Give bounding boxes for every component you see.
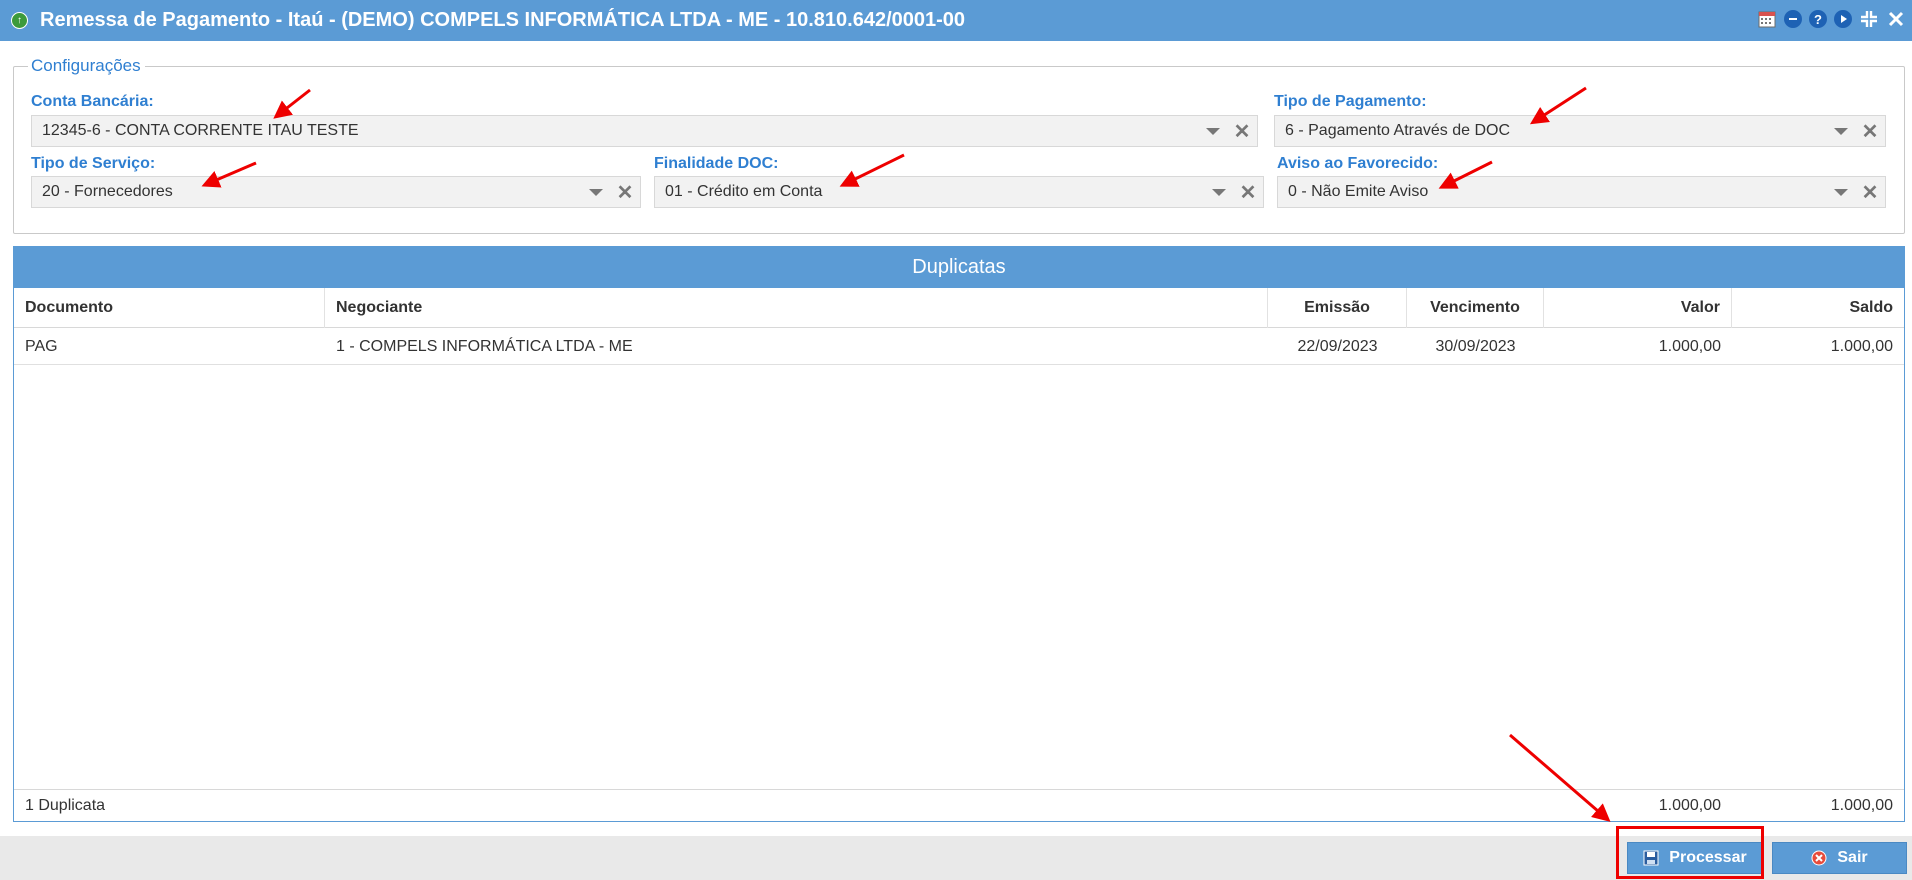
duplicatas-grid: Duplicatas Documento Negociante Emissão … (13, 246, 1905, 822)
aviso-favorecido-value: 0 - Não Emite Aviso (1288, 183, 1429, 200)
column-header-negociante[interactable]: Negociante (325, 288, 1268, 328)
cell-saldo: 1.000,00 (1830, 338, 1893, 355)
tipo-pagamento-value: 6 - Pagamento Através de DOC (1285, 122, 1510, 139)
calendar-icon[interactable] (1757, 9, 1777, 29)
column-header-documento[interactable]: Documento (14, 288, 325, 328)
cancel-icon (1811, 850, 1827, 866)
aviso-favorecido-select[interactable]: 0 - Não Emite Aviso ✕ (1277, 176, 1886, 208)
footer-valor-total: 1.000,00 (1658, 797, 1721, 814)
collapse-icon[interactable] (1859, 9, 1879, 29)
column-header-valor[interactable]: Valor (1544, 288, 1732, 328)
footer-count: 1 Duplicata (25, 797, 106, 814)
close-icon[interactable] (1886, 9, 1906, 29)
chevron-down-icon[interactable] (1205, 177, 1233, 207)
grid-title: Duplicatas (14, 247, 1904, 288)
sair-label: Sair (1837, 849, 1868, 866)
cell-valor: 1.000,00 (1658, 338, 1721, 355)
chevron-down-icon[interactable] (1827, 116, 1855, 146)
config-fieldset (13, 66, 1905, 234)
finalidade-doc-select[interactable]: 01 - Crédito em Conta ✕ (654, 176, 1264, 208)
sair-button[interactable]: Sair (1772, 842, 1907, 874)
grid-footer: 1 Duplicata 1.000,00 1.000,00 (14, 789, 1904, 821)
tipo-servico-label: Tipo de Serviço: (31, 155, 156, 172)
window-tools: ? (1757, 9, 1906, 29)
footer-saldo-total: 1.000,00 (1830, 797, 1893, 814)
conta-bancaria-label: Conta Bancária: (31, 93, 154, 110)
clear-icon[interactable]: ✕ (1233, 177, 1263, 207)
chevron-down-icon[interactable] (1199, 116, 1227, 146)
chevron-down-icon[interactable] (582, 177, 610, 207)
help-icon[interactable]: ? (1809, 10, 1827, 28)
grid-header: Documento Negociante Emissão Vencimento … (14, 288, 1904, 328)
table-row[interactable]: PAG 1 - COMPELS INFORMÁTICA LTDA - ME 22… (14, 329, 1904, 365)
clear-icon[interactable]: ✕ (1855, 116, 1885, 146)
window-title: Remessa de Pagamento - Itaú - (DEMO) COM… (40, 9, 966, 31)
annotation-highlight-box (1616, 826, 1764, 879)
help-glyph: ? (1814, 11, 1822, 27)
play-icon[interactable] (1834, 10, 1852, 28)
tipo-servico-select[interactable]: 20 - Fornecedores ✕ (31, 176, 641, 208)
finalidade-doc-value: 01 - Crédito em Conta (665, 183, 823, 200)
conta-bancaria-select[interactable]: 12345-6 - CONTA CORRENTE ITAU TESTE ✕ (31, 115, 1258, 147)
minimize-icon[interactable] (1784, 10, 1802, 28)
cell-emissao: 22/09/2023 (1297, 338, 1378, 355)
column-header-emissao[interactable]: Emissão (1268, 288, 1407, 328)
finalidade-doc-label: Finalidade DOC: (654, 155, 779, 172)
cell-negociante: 1 - COMPELS INFORMÁTICA LTDA - ME (336, 338, 633, 355)
cell-documento: PAG (25, 338, 58, 355)
tipo-servico-value: 20 - Fornecedores (42, 183, 173, 200)
chevron-down-icon[interactable] (1827, 177, 1855, 207)
window-titlebar: ↑ Remessa de Pagamento - Itaú - (DEMO) C… (0, 0, 1912, 41)
tipo-pagamento-label: Tipo de Pagamento: (1274, 93, 1427, 110)
clear-icon[interactable]: ✕ (1855, 177, 1885, 207)
clear-icon[interactable]: ✕ (1227, 116, 1257, 146)
cell-vencimento: 30/09/2023 (1435, 338, 1516, 355)
config-legend: Configurações (28, 56, 145, 76)
tipo-pagamento-select[interactable]: 6 - Pagamento Através de DOC ✕ (1274, 115, 1886, 147)
conta-bancaria-value: 12345-6 - CONTA CORRENTE ITAU TESTE (42, 122, 359, 139)
aviso-favorecido-label: Aviso ao Favorecido: (1277, 155, 1439, 172)
app-refresh-icon: ↑ (11, 12, 28, 29)
column-header-vencimento[interactable]: Vencimento (1407, 288, 1544, 328)
column-header-saldo[interactable]: Saldo (1732, 288, 1904, 328)
clear-icon[interactable]: ✕ (610, 177, 640, 207)
